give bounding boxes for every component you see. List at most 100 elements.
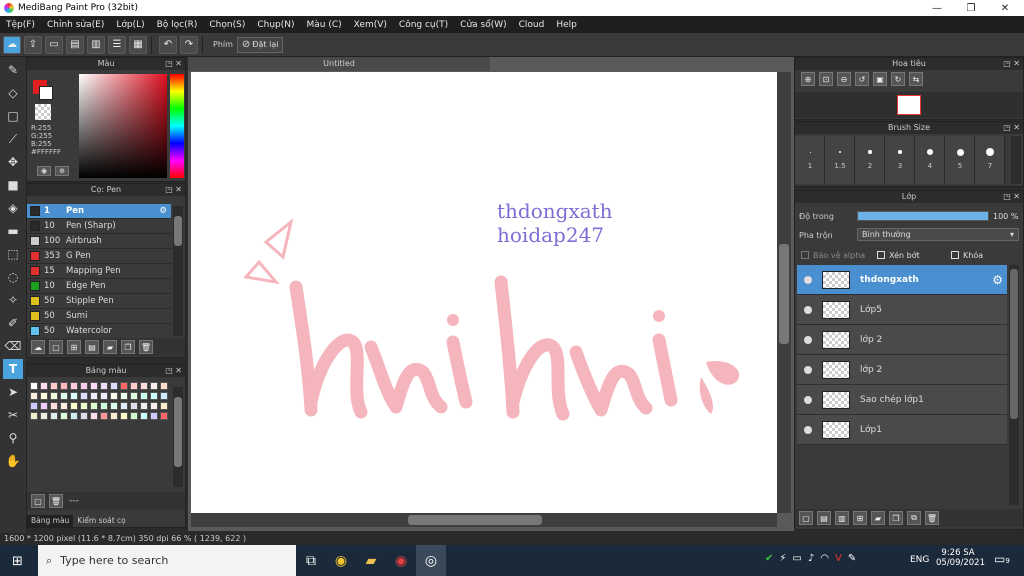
color-swatch[interactable]: [100, 402, 108, 410]
color-swatch[interactable]: [100, 412, 108, 420]
gear-icon[interactable]: ⚙: [159, 206, 167, 216]
tab-brush-control[interactable]: Kiểm soát cọ: [73, 515, 129, 527]
brush-size-cell[interactable]: 3: [885, 136, 915, 184]
brush-size-cell[interactable]: 5: [945, 136, 975, 184]
palette-scrollbar[interactable]: [173, 387, 183, 487]
color-swatch[interactable]: [50, 382, 58, 390]
share-icon[interactable]: ⇪: [24, 35, 42, 54]
menu-layer[interactable]: Lớp(L): [116, 20, 144, 30]
color-swatch[interactable]: [70, 382, 78, 390]
color-swatch[interactable]: [100, 382, 108, 390]
menu-file[interactable]: Tệp(F): [6, 20, 35, 30]
color-swatch[interactable]: [40, 392, 48, 400]
eyedropper-tool-icon[interactable]: ⚲: [3, 428, 23, 448]
hue-slider[interactable]: [170, 74, 184, 178]
color-swatch[interactable]: [120, 382, 128, 390]
color-swatch[interactable]: [60, 392, 68, 400]
layer-row[interactable]: thdongxath ⚙: [797, 265, 1007, 295]
color-swatch[interactable]: [80, 412, 88, 420]
menu-snap[interactable]: Chụp(N): [257, 20, 294, 30]
color-swatch[interactable]: [130, 392, 138, 400]
visibility-icon[interactable]: [804, 335, 812, 344]
color-swatch[interactable]: [80, 402, 88, 410]
color-swatch[interactable]: [50, 392, 58, 400]
comment-icon[interactable]: ▭: [45, 35, 63, 54]
brush-item[interactable]: 10 Pen (Sharp): [27, 219, 171, 234]
color-swatch[interactable]: [150, 402, 158, 410]
color-swatch[interactable]: [30, 392, 38, 400]
brush-size-cell[interactable]: 7: [975, 136, 1005, 184]
task-view-icon[interactable]: ⧉: [296, 545, 326, 576]
brush-item[interactable]: 50 Sumi: [27, 309, 171, 324]
redo-icon[interactable]: ↷: [180, 35, 198, 54]
menu-view[interactable]: Xem(V): [354, 20, 387, 30]
visibility-icon[interactable]: [804, 305, 812, 314]
canvas-vertical-scrollbar[interactable]: [777, 72, 791, 513]
chrome-profile-icon[interactable]: ◉: [386, 545, 416, 576]
color-swatch[interactable]: [30, 402, 38, 410]
color-swatch[interactable]: [130, 412, 138, 420]
transparent-color[interactable]: [35, 104, 51, 120]
menu-tools[interactable]: Công cụ(T): [399, 20, 448, 30]
color-swatch[interactable]: [140, 402, 148, 410]
chat-icon[interactable]: ▤: [66, 35, 84, 54]
gradient-tool-icon[interactable]: ▬: [3, 221, 23, 241]
swatch-grid[interactable]: [29, 381, 169, 431]
merge-layer-icon[interactable]: ⧉: [907, 511, 921, 525]
clipping-option[interactable]: Xén bớt: [877, 251, 920, 260]
brush-item[interactable]: 100 Airbrush: [27, 234, 171, 249]
edit-icon[interactable]: ✎: [848, 553, 856, 564]
color-swatch[interactable]: [60, 422, 68, 430]
color-swatch[interactable]: [70, 412, 78, 420]
color-swatch[interactable]: [80, 392, 88, 400]
menu-window[interactable]: Cửa sổ(W): [460, 20, 506, 30]
color-swatch[interactable]: [70, 392, 78, 400]
maximize-button[interactable]: ❐: [954, 0, 988, 16]
opacity-slider[interactable]: [857, 211, 989, 221]
menu-help[interactable]: Help: [556, 20, 577, 30]
brush-tool-icon[interactable]: ✎: [3, 60, 23, 80]
color-swatch[interactable]: [30, 382, 38, 390]
close-button[interactable]: ✕: [988, 0, 1022, 16]
color-swatch[interactable]: [50, 402, 58, 410]
text-tool-icon[interactable]: T: [3, 359, 23, 379]
medibang-taskbar-icon[interactable]: ◎: [416, 545, 446, 576]
add-layer-menu-icon[interactable]: ⊞: [853, 511, 867, 525]
zoom-fit-icon[interactable]: ⊡: [819, 72, 833, 86]
background-color[interactable]: [39, 86, 53, 100]
color-swatch[interactable]: [60, 382, 68, 390]
eye-icon[interactable]: ◉: [37, 166, 51, 176]
color-swatch[interactable]: [40, 382, 48, 390]
brush-scrollbar[interactable]: [173, 206, 183, 336]
language-indicator[interactable]: ENG: [910, 555, 929, 565]
menu-filter[interactable]: Bộ lọc(R): [157, 20, 198, 30]
brush-size-cell[interactable]: 1.5: [825, 136, 855, 184]
color-swatch[interactable]: [140, 412, 148, 420]
panel-buttons-icon[interactable]: ◳ ✕: [1003, 58, 1020, 70]
color-swatch[interactable]: [50, 422, 58, 430]
color-swatch[interactable]: [40, 422, 48, 430]
new-8bit-layer-icon[interactable]: ▥: [835, 511, 849, 525]
color-swatch[interactable]: [90, 392, 98, 400]
color-swatch[interactable]: [40, 412, 48, 420]
fill-rect-tool-icon[interactable]: ■: [3, 175, 23, 195]
document-tab[interactable]: Untitled: [188, 57, 490, 71]
brush-item[interactable]: 15 Mapping Pen: [27, 264, 171, 279]
layer-row[interactable]: lớp 2: [797, 325, 1007, 355]
layer-row[interactable]: Lớp5: [797, 295, 1007, 325]
network-icon[interactable]: ⚡: [779, 553, 786, 564]
color-swatch[interactable]: [160, 382, 168, 390]
wifi-icon[interactable]: ◠: [820, 553, 829, 564]
color-swatch[interactable]: [90, 402, 98, 410]
color-swatch[interactable]: [150, 382, 158, 390]
reset-button[interactable]: ⊘ Đặt lại: [236, 36, 284, 53]
divide-tool-icon[interactable]: ✂: [3, 405, 23, 425]
folder-icon[interactable]: ▰: [103, 340, 117, 354]
menu-color[interactable]: Màu (C): [307, 20, 342, 30]
panel-buttons-icon[interactable]: ◳ ✕: [165, 365, 182, 377]
color-swatch[interactable]: [140, 382, 148, 390]
canvas-horizontal-scrollbar[interactable]: [191, 513, 777, 527]
layer-scrollbar[interactable]: [1009, 265, 1019, 505]
tab-palette[interactable]: Bảng màu: [27, 515, 74, 527]
notification-icon[interactable]: ▭9: [994, 552, 1010, 566]
